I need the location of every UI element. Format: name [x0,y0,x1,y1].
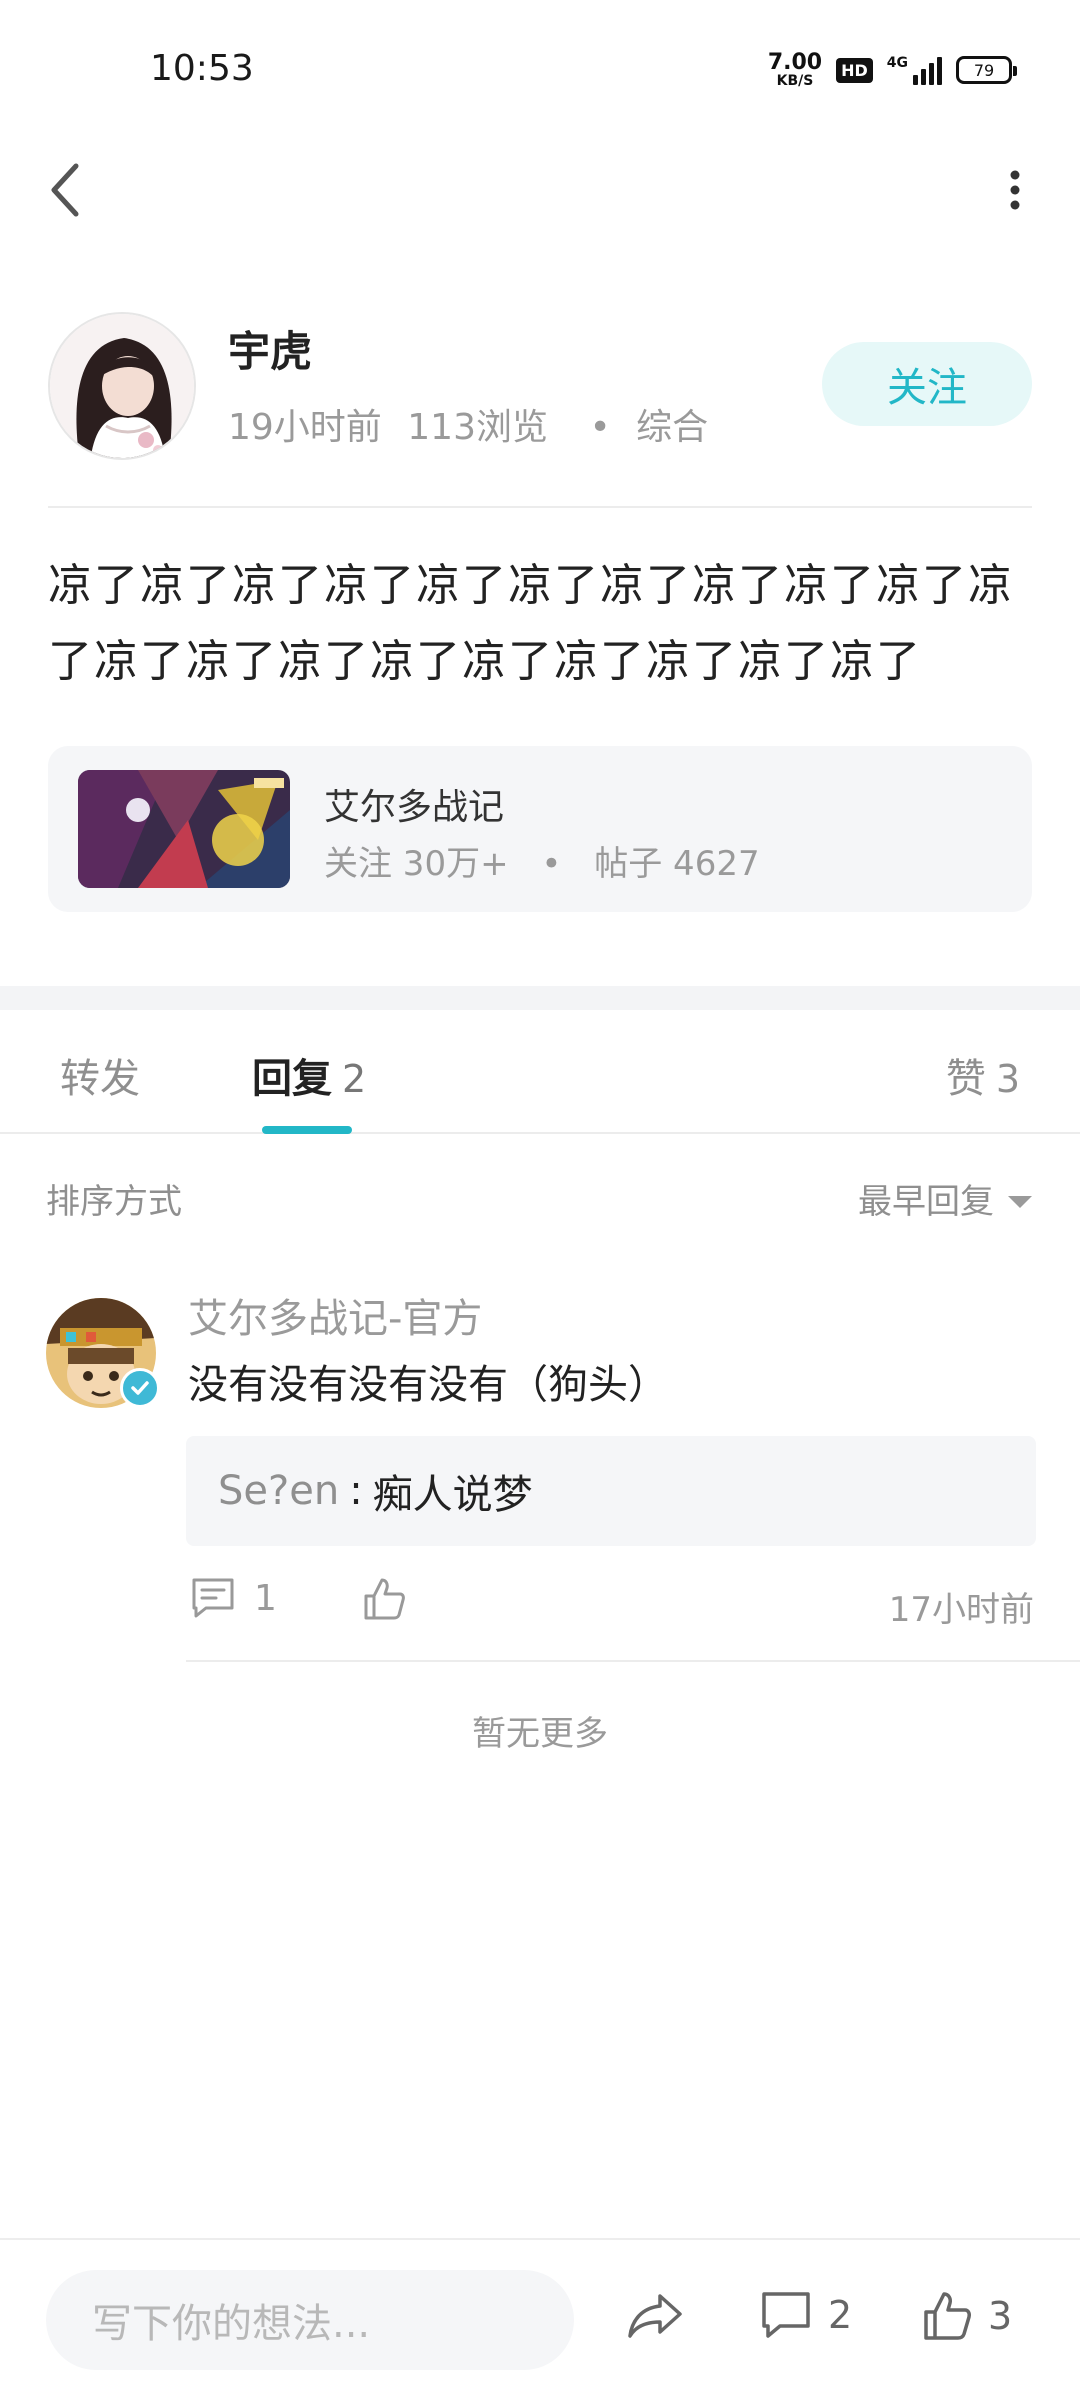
signal-icon: 4G [887,55,942,85]
meta-separator: • [589,407,611,448]
sort-dropdown[interactable]: 最早回复 [858,1174,1032,1223]
tab-forward[interactable]: 转发 [60,1046,140,1104]
share-icon [628,2294,682,2338]
status-indicators: 7.00 KB/S HD 4G 79 [767,50,1017,90]
comment-input[interactable]: 写下你的想法... [46,2270,574,2370]
comment-reply-button[interactable]: 1 [190,1576,277,1620]
comment-text: 没有没有没有没有（狗头） [188,1362,668,1408]
more-icon [1010,170,1020,210]
game-stats: 关注 30万+ • 帖子 4627 [324,836,760,885]
game-card[interactable]: 艾尔多战记 关注 30万+ • 帖子 4627 [48,746,1032,912]
comment-input-placeholder: 写下你的想法... [92,2301,371,2347]
comment-reply-count: 1 [254,1577,277,1619]
post-time: 19小时前 [228,407,382,448]
follow-button[interactable]: 关注 [822,342,1032,426]
divider [48,506,1032,508]
tab-forward-label: 转发 [60,1056,140,1102]
game-thumbnail [78,770,290,888]
commenter-avatar[interactable] [46,1298,160,1408]
back-button[interactable] [40,160,90,220]
comment-time: 17小时前 [888,1590,1034,1630]
thumb-up-icon [924,2292,971,2340]
more-options-button[interactable] [990,160,1040,220]
comment-divider [186,1660,1080,1662]
tab-like-label: 赞 [945,1056,986,1102]
network-speed-unit: KB/S [776,73,814,89]
stats-separator: • [541,844,562,884]
commenter-name[interactable]: 艾尔多战记-官方 [188,1286,482,1344]
quoted-text: 痴人说梦 [372,1472,533,1518]
thumb-up-icon [364,1578,405,1620]
game-posts: 帖子 4627 [594,844,760,884]
battery-icon: 79 [956,56,1017,84]
network-speed: 7.00 KB/S [767,50,823,89]
status-bar: 10:53 7.00 KB/S HD 4G 79 [0,0,1080,140]
sort-label: 排序方式 [46,1182,182,1222]
quote-separator: : [349,1468,363,1514]
author-name[interactable]: 宇虎 [228,318,312,379]
back-icon [51,163,79,217]
tabs-divider [0,1132,1080,1134]
view-count: 113浏览 [407,407,548,448]
section-gap [0,986,1080,1010]
share-button[interactable] [626,2290,684,2346]
likes-count: 3 [988,2294,1013,2338]
comment-like-button[interactable] [362,1576,406,1626]
verified-icon [120,1368,160,1408]
quoted-reply[interactable]: Se?en : 痴人说梦 [186,1436,1036,1546]
game-name: 艾尔多战记 [324,787,505,828]
author-avatar-image [50,314,194,458]
author-avatar[interactable] [48,312,196,460]
post-content: 凉了凉了凉了凉了凉了凉了凉了凉了凉了凉了凉了凉了凉了凉了凉了凉了凉了凉了凉了凉了 [48,560,1014,687]
hd-badge: HD [836,57,873,83]
game-followers: 关注 30万+ [324,844,509,884]
comment-icon [762,2292,810,2338]
comments-button[interactable]: 2 [760,2290,852,2340]
tab-reply[interactable]: 回复 2 [252,1046,366,1104]
comments-count: 2 [828,2293,853,2337]
post-meta: 19小时前 113浏览 • 综合 [228,398,708,450]
sort-selected: 最早回复 [858,1182,994,1222]
like-button[interactable]: 3 [922,2290,1012,2342]
tab-like-count: 3 [995,1057,1020,1101]
tab-reply-label: 回复 [252,1056,332,1102]
bottom-bar-divider [0,2238,1080,2240]
active-tab-indicator [262,1126,352,1134]
network-speed-value: 7.00 [767,50,823,75]
post-category[interactable]: 综合 [636,407,708,448]
sort-caret-icon [1008,1195,1032,1208]
no-more-label: 暂无更多 [472,1714,608,1754]
quoted-user[interactable]: Se?en [218,1468,339,1514]
tab-like[interactable]: 赞3 [946,1046,1020,1104]
status-time: 10:53 [150,48,254,89]
network-type: 4G [886,55,908,71]
reply-icon [192,1578,234,1618]
battery-level: 79 [973,60,995,80]
tab-reply-count: 2 [342,1057,367,1101]
